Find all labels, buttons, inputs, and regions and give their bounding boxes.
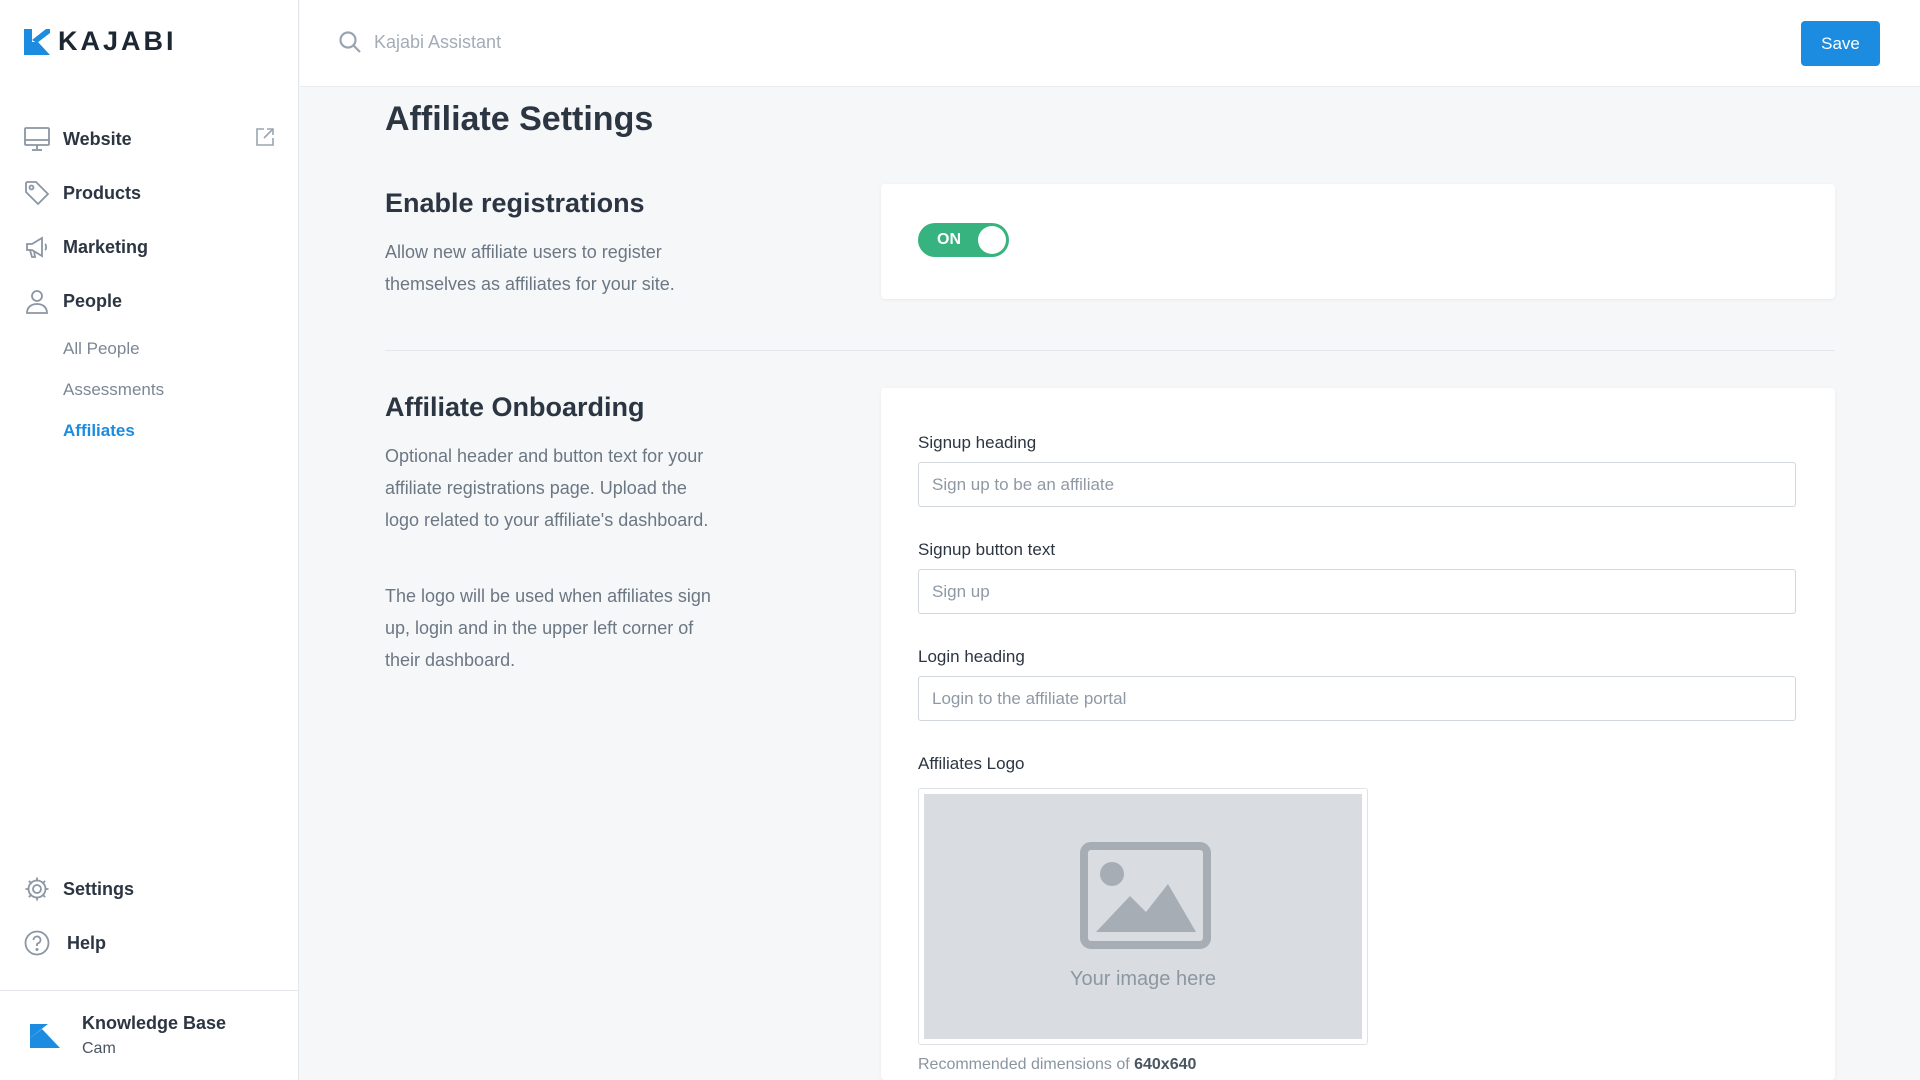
toggle-state-label: ON	[937, 231, 961, 248]
login-heading-input[interactable]	[918, 676, 1796, 721]
person-icon	[24, 288, 50, 314]
kajabi-logo-icon	[24, 28, 50, 55]
onboarding-section-title: Affiliate Onboarding	[385, 392, 645, 422]
knowledge-base-subtitle: Cam	[82, 1040, 116, 1057]
assistant-search-input[interactable]	[374, 24, 974, 60]
knowledge-base-title: Knowledge Base	[82, 1013, 227, 1033]
sidebar-item-help[interactable]: Help	[0, 916, 299, 970]
help-icon	[24, 930, 50, 956]
section-divider	[385, 350, 1835, 351]
toggle-knob	[978, 226, 1006, 254]
sidebar-bottom-nav: Settings Help	[0, 862, 299, 970]
signup-heading-input[interactable]	[918, 462, 1796, 507]
knowledge-base-text: Knowledge Base Cam	[82, 1013, 226, 1058]
brand-name: KAJABI	[58, 26, 177, 56]
recommended-dimensions-value: 640x640	[1134, 1056, 1197, 1073]
signup-button-text-input[interactable]	[918, 569, 1796, 614]
recommended-dimensions-prefix: Recommended dimensions of	[918, 1056, 1135, 1073]
registrations-section-title: Enable registrations	[385, 188, 645, 218]
onboarding-description-1: Optional header and button text for your…	[385, 446, 709, 530]
signup-button-text-label: Signup button text	[918, 540, 1056, 559]
image-placeholder-text: Your image here	[1069, 968, 1217, 990]
save-button[interactable]: Save	[1801, 21, 1880, 66]
top-header: Save	[300, 0, 1920, 87]
sidebar-item-label: Settings	[63, 878, 135, 899]
page-title: Affiliate Settings	[385, 100, 654, 138]
sidebar-item-people[interactable]: People	[0, 274, 299, 328]
search-icon	[338, 30, 362, 54]
sidebar: KAJABI Website Products Marketing People…	[0, 0, 299, 1080]
sidebar-item-label: People	[63, 290, 123, 311]
sidebar-item-website[interactable]: Website	[0, 112, 299, 166]
affiliates-logo-label: Affiliates Logo	[918, 754, 1025, 773]
sidebar-item-label: Help	[67, 932, 107, 953]
onboarding-card: Signup heading Signup button text Login …	[881, 388, 1835, 1080]
sidebar-item-products[interactable]: Products	[0, 166, 299, 220]
logo-placeholder: Your image here	[924, 794, 1362, 1039]
sidebar-subitem-all-people[interactable]: All People	[0, 328, 299, 369]
sidebar-item-label: Marketing	[63, 236, 149, 257]
knowledge-base-link[interactable]: Knowledge Base Cam	[0, 990, 299, 1080]
onboarding-description-2: The logo will be used when affiliates si…	[385, 586, 711, 670]
external-link-icon[interactable]	[255, 127, 275, 147]
recommended-dimensions: Recommended dimensions of 640x640	[918, 1056, 1196, 1074]
sidebar-item-marketing[interactable]: Marketing	[0, 220, 299, 274]
sidebar-nav: Website Products Marketing People All Pe…	[0, 112, 299, 451]
megaphone-icon	[24, 234, 50, 260]
enable-registrations-toggle[interactable]: ON	[918, 223, 1009, 257]
tag-icon	[24, 180, 50, 206]
sidebar-item-settings[interactable]: Settings	[0, 862, 299, 916]
registrations-description: Allow new affiliate users to register th…	[385, 242, 675, 294]
image-placeholder-icon	[1080, 842, 1211, 949]
sidebar-item-label: Website	[63, 128, 132, 149]
sidebar-item-label: Products	[63, 182, 142, 203]
login-heading-label: Login heading	[918, 647, 1025, 666]
gear-icon	[24, 876, 50, 902]
monitor-icon	[24, 126, 50, 152]
kajabi-logo[interactable]: KAJABI	[24, 26, 177, 57]
signup-heading-label: Signup heading	[918, 433, 1037, 452]
sidebar-subitem-affiliates[interactable]: Affiliates	[0, 410, 299, 451]
registrations-card: ON	[881, 184, 1835, 299]
sidebar-subitem-assessments[interactable]: Assessments	[0, 369, 299, 410]
affiliates-logo-upload[interactable]: Your image here	[918, 788, 1368, 1045]
kajabi-logo-icon	[30, 1023, 60, 1048]
